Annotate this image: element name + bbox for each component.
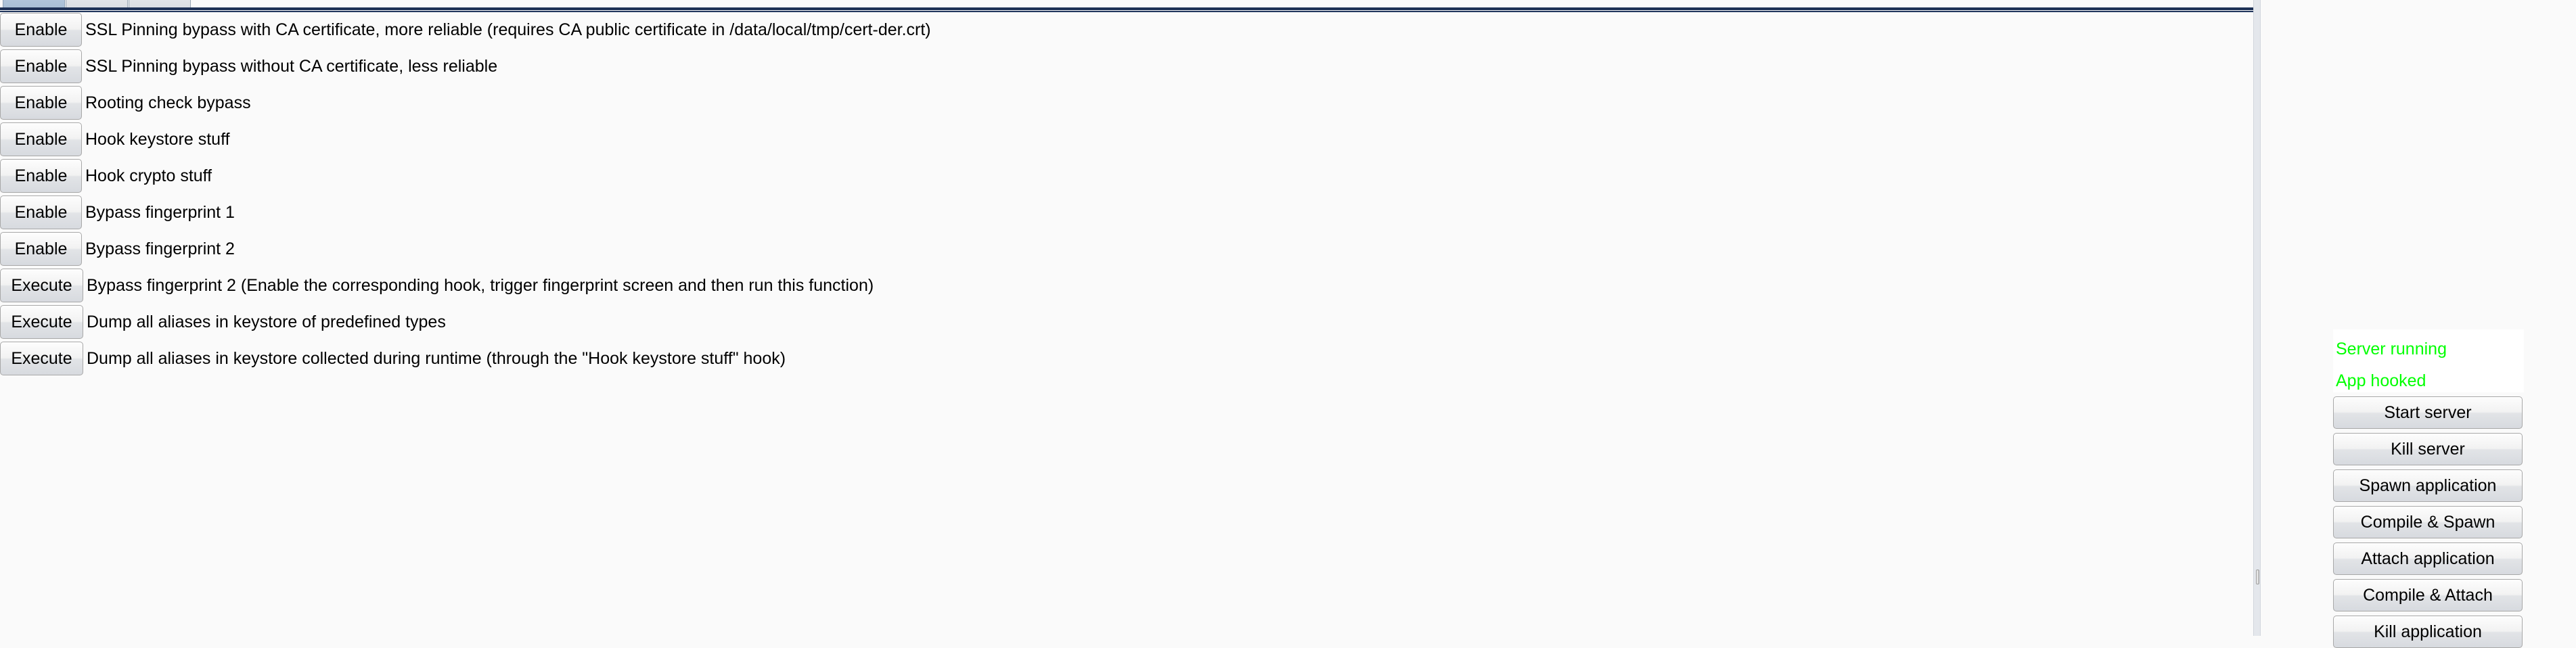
execute-button[interactable]: Execute xyxy=(0,305,83,339)
hook-description: SSL Pinning bypass with CA certificate, … xyxy=(85,20,931,39)
hook-description: SSL Pinning bypass without CA certificat… xyxy=(85,56,498,76)
hook-description: Dump all aliases in keystore of predefin… xyxy=(87,312,446,331)
hook-row: Enable Hook crypto stuff xyxy=(0,158,2253,193)
hook-list: Enable SSL Pinning bypass with CA certifi… xyxy=(0,12,2253,636)
hook-description: Dump all aliases in keystore collected d… xyxy=(87,348,786,368)
compile-and-spawn-button[interactable]: Compile & Spawn xyxy=(2333,506,2523,538)
hook-row: Execute Dump all aliases in keystore of p… xyxy=(0,304,2253,340)
tab-2[interactable] xyxy=(129,0,191,7)
hook-row: Enable SSL Pinning bypass without CA cert… xyxy=(0,49,2253,84)
split-pane-grip-icon[interactable] xyxy=(2256,570,2259,584)
tab-strip xyxy=(0,0,2253,7)
enable-button[interactable]: Enable xyxy=(0,122,82,156)
tab-1[interactable] xyxy=(66,0,128,7)
split-pane-divider[interactable] xyxy=(2253,0,2261,636)
spawn-application-button[interactable]: Spawn application xyxy=(2333,469,2523,502)
hook-row: Enable Bypass fingerprint 2 xyxy=(0,231,2253,267)
hook-row: Enable SSL Pinning bypass with CA certifi… xyxy=(0,12,2253,47)
hook-description: Bypass fingerprint 1 xyxy=(85,202,235,222)
hook-row: Execute Bypass fingerprint 2 (Enable the … xyxy=(0,268,2253,303)
enable-button[interactable]: Enable xyxy=(0,86,82,120)
application-window: Enable SSL Pinning bypass with CA certifi… xyxy=(0,0,2576,648)
status-line: App hooked xyxy=(2336,371,2426,390)
hook-row: Enable Hook keystore stuff xyxy=(0,122,2253,157)
tab-0[interactable] xyxy=(3,0,65,7)
enable-button[interactable]: Enable xyxy=(0,13,82,47)
enable-button[interactable]: Enable xyxy=(0,195,82,229)
enable-button[interactable]: Enable xyxy=(0,159,82,193)
hook-row: Enable Bypass fingerprint 1 xyxy=(0,195,2253,230)
execute-button[interactable]: Execute xyxy=(0,342,83,375)
start-server-button[interactable]: Start server xyxy=(2333,396,2523,429)
attach-application-button[interactable]: Attach application xyxy=(2333,542,2523,575)
hook-row: Execute Dump all aliases in keystore coll… xyxy=(0,341,2253,376)
compile-and-attach-button[interactable]: Compile & Attach xyxy=(2333,579,2523,611)
kill-server-button[interactable]: Kill server xyxy=(2333,433,2523,465)
hook-description: Hook keystore stuff xyxy=(85,129,230,149)
control-panel: Server running App hooked Start server Kil… xyxy=(2261,0,2576,648)
kill-application-button[interactable]: Kill application xyxy=(2333,616,2523,648)
hook-description: Bypass fingerprint 2 (Enable the corresp… xyxy=(87,275,874,295)
hook-row: Enable Rooting check bypass xyxy=(0,85,2253,120)
status-line: Server running xyxy=(2336,340,2447,358)
hook-description: Hook crypto stuff xyxy=(85,166,212,185)
hook-description: Bypass fingerprint 2 xyxy=(85,239,235,258)
enable-button[interactable]: Enable xyxy=(0,49,82,83)
status-box: Server running App hooked xyxy=(2333,329,2524,392)
execute-button[interactable]: Execute xyxy=(0,269,83,302)
tab-strip-divider xyxy=(0,7,2253,10)
hook-description: Rooting check bypass xyxy=(85,93,251,112)
enable-button[interactable]: Enable xyxy=(0,232,82,266)
